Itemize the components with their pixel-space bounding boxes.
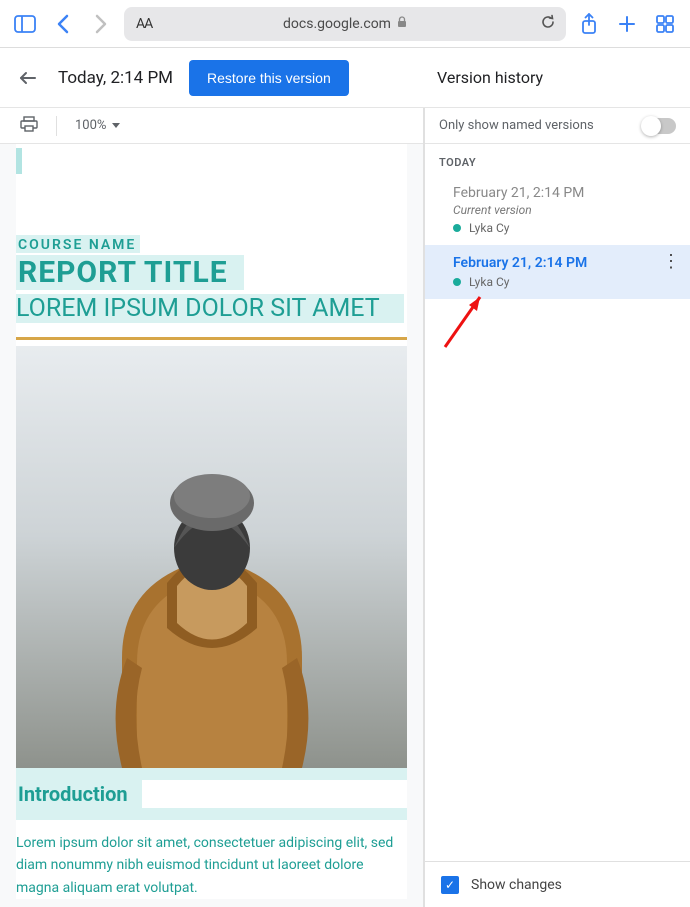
document-pane: 100% COURSE NAME REPORT TITLE LOREM IPSU… [0, 108, 424, 907]
version-user: Lyka Cy [453, 221, 676, 235]
document-subtoolbar: 100% [0, 108, 423, 144]
intro-gap [142, 780, 407, 808]
named-versions-row: Only show named versions [425, 108, 690, 144]
change-marker [16, 148, 22, 174]
version-item-current[interactable]: February 21, 2:14 PM Current version Lyk… [425, 175, 690, 245]
new-tab-icon[interactable] [612, 9, 642, 39]
url-text: docs.google.com [283, 16, 391, 32]
sidebar-toggle-icon[interactable] [10, 9, 40, 39]
only-named-toggle[interactable] [642, 118, 676, 134]
browser-toolbar: AA docs.google.com [0, 0, 690, 48]
intro-heading: Introduction [18, 782, 128, 806]
version-sublabel: Current version [453, 203, 676, 217]
chevron-down-icon [112, 123, 120, 128]
document-page: COURSE NAME REPORT TITLE LOREM IPSUM DOL… [16, 144, 407, 899]
version-history-panel: Only show named versions TODAY February … [424, 108, 690, 907]
section-today-label: TODAY [425, 144, 690, 175]
back-to-doc-button[interactable] [14, 64, 42, 92]
show-changes-label: Show changes [471, 877, 562, 893]
user-color-dot [453, 224, 461, 232]
intro-heading-row: Introduction [16, 768, 407, 820]
app-toolbar: Today, 2:14 PM Restore this version Vers… [0, 48, 690, 108]
address-bar[interactable]: AA docs.google.com [124, 7, 566, 41]
more-options-icon[interactable]: ⋮ [662, 257, 678, 266]
panel-title: Version history [421, 68, 676, 87]
user-color-dot [453, 278, 461, 286]
intro-body: Lorem ipsum dolor sit amet, consectetuer… [16, 832, 407, 899]
only-named-label: Only show named versions [439, 118, 594, 133]
zoom-select[interactable]: 100% [75, 118, 120, 133]
show-changes-row: ✓ Show changes [425, 861, 690, 907]
tabs-grid-icon[interactable] [650, 9, 680, 39]
lock-icon [397, 16, 407, 31]
user-name: Lyka Cy [469, 221, 509, 235]
document-canvas[interactable]: COURSE NAME REPORT TITLE LOREM IPSUM DOL… [0, 144, 423, 907]
report-title: REPORT TITLE [16, 255, 244, 290]
reload-icon[interactable] [540, 14, 556, 34]
restore-version-button[interactable]: Restore this version [189, 60, 349, 96]
user-name: Lyka Cy [469, 275, 509, 289]
report-subtitle: LOREM IPSUM DOLOR SIT AMET [16, 294, 404, 323]
show-changes-checkbox[interactable]: ✓ [441, 876, 459, 894]
current-version-time: Today, 2:14 PM [58, 68, 173, 88]
share-icon[interactable] [574, 9, 604, 39]
version-user: Lyka Cy [453, 275, 676, 289]
print-icon[interactable] [20, 116, 38, 136]
toolbar-divider [56, 116, 57, 136]
nav-back-icon[interactable] [48, 9, 78, 39]
nav-forward-icon [86, 9, 116, 39]
version-date: February 21, 2:14 PM [453, 185, 676, 201]
version-item-selected[interactable]: February 21, 2:14 PM Lyka Cy ⋮ [425, 245, 690, 299]
course-label: COURSE NAME [16, 235, 140, 253]
text-size-icon[interactable]: AA [136, 16, 152, 32]
divider-rule [16, 337, 407, 340]
version-date: February 21, 2:14 PM [453, 255, 676, 271]
hero-image [16, 346, 407, 768]
zoom-value: 100% [75, 118, 106, 133]
